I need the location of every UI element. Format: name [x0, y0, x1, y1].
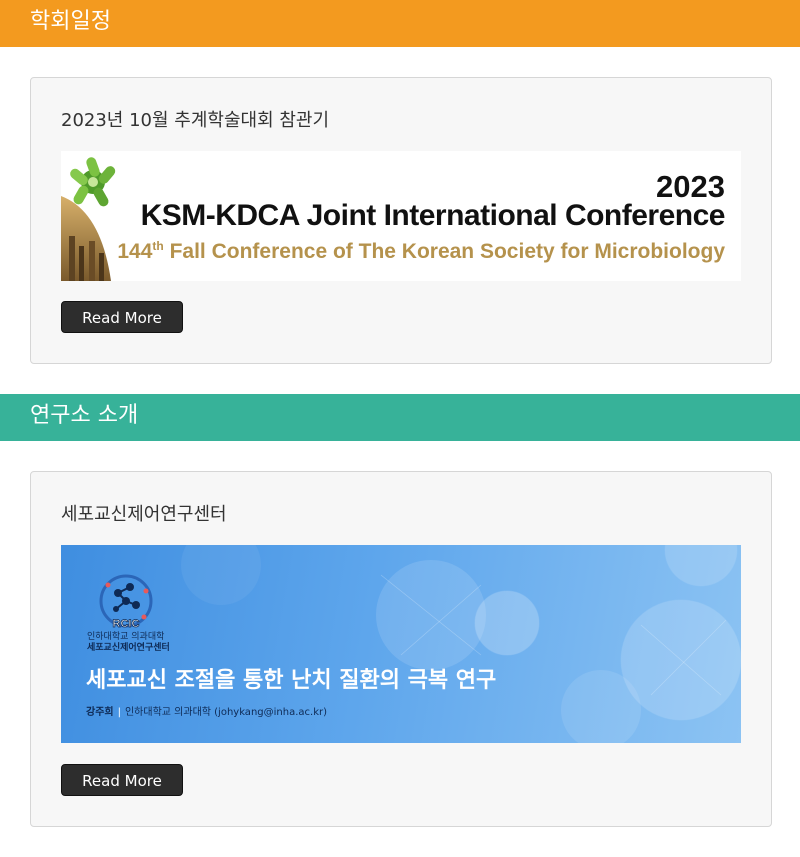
card-title[interactable]: 2023년 10월 추계학술대회 참관기: [61, 106, 329, 132]
author-affiliation: 인하대학교 의과대학 (johykang@inha.ac.kr): [124, 707, 327, 718]
read-more-button[interactable]: Read More: [61, 301, 183, 333]
section-header-institute: 연구소 소개: [0, 394, 800, 441]
logo-abbr: RCIC: [113, 618, 140, 630]
institute-logo-text: 인하대학교 의과대학 세포교신제어연구센터: [87, 632, 170, 654]
section-header-title: 학회일정: [30, 9, 111, 34]
conference-name: KSM-KDCA Joint International Conference: [140, 199, 726, 232]
logo-line-1: 인하대학교 의과대학: [87, 632, 165, 642]
conference-subtitle: 144th Fall Conference of The Korean Soci…: [117, 239, 725, 264]
author-separator: |: [117, 707, 121, 718]
institute-card: 세포교신제어연구센터 RCIC 인하대학교 의과대학 세포교신제어연구센터 세포…: [30, 471, 772, 827]
institute-banner[interactable]: RCIC 인하대학교 의과대학 세포교신제어연구센터 세포교신 조절을 통한 난…: [61, 545, 741, 743]
read-more-button[interactable]: Read More: [61, 764, 183, 796]
author-name: 강주희: [86, 707, 114, 718]
event-card: 2023년 10월 추계학술대회 참관기 2023 KSM-KDCA Joint…: [30, 77, 772, 364]
ordinal-number: 144: [117, 240, 153, 263]
bacteria-icon: [70, 157, 116, 207]
section-header-events: 학회일정: [0, 0, 800, 47]
card-title[interactable]: 세포교신제어연구센터: [61, 500, 227, 526]
subtitle-text: Fall Conference of The Korean Society fo…: [163, 240, 725, 263]
logo-line-2: 세포교신제어연구센터: [87, 643, 170, 653]
banner-headline: 세포교신 조절을 통한 난치 질환의 극복 연구: [86, 668, 497, 693]
banner-author: 강주희 | 인하대학교 의과대학 (johykang@inha.ac.kr): [86, 703, 327, 718]
conference-banner[interactable]: 2023 KSM-KDCA Joint International Confer…: [61, 151, 741, 281]
ordinal-suffix: th: [152, 239, 164, 253]
section-header-title: 연구소 소개: [30, 403, 139, 428]
molecule-icon: RCIC: [99, 574, 153, 630]
